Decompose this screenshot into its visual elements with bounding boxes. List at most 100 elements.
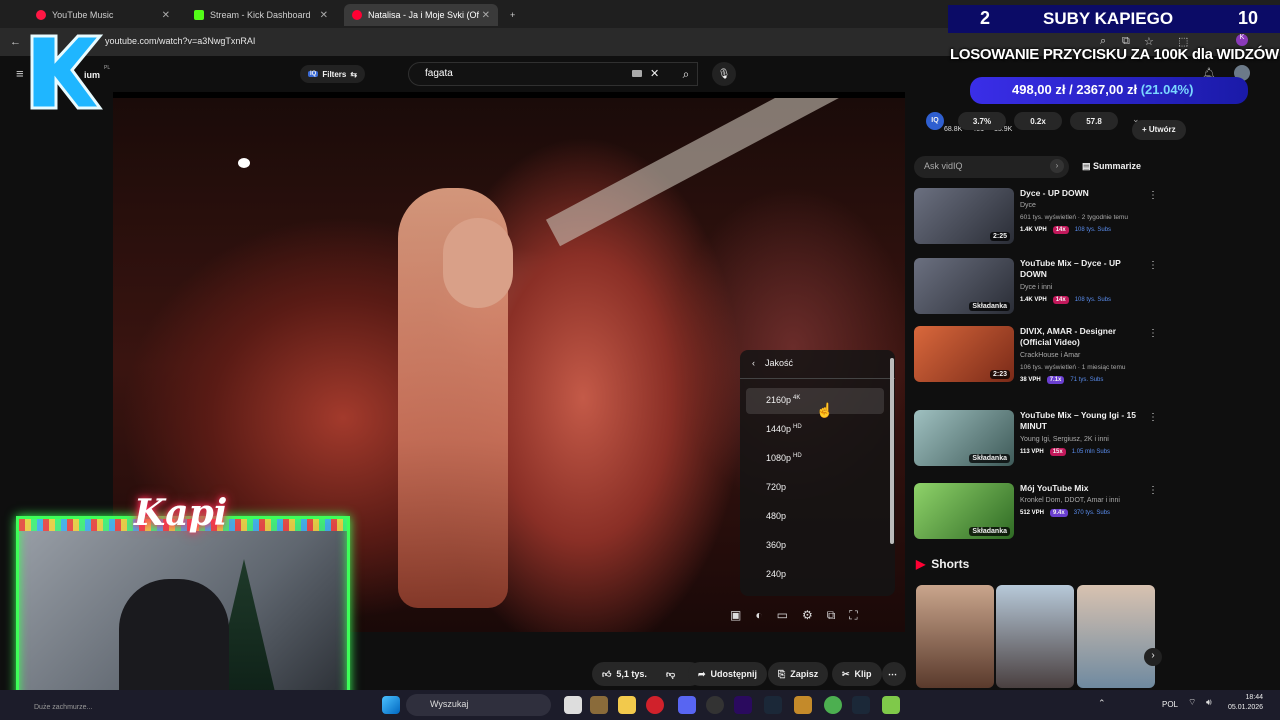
windows-taskbar: Wyszukaj ⌃ ⌔ 🔊︎ [0,690,1280,720]
system-clock[interactable]: 18:44 05.01.2026 [1228,693,1263,713]
voice-search-button[interactable]: 🎙 [712,62,736,86]
quality-option-1080p[interactable]: 1080p HD [746,446,884,472]
quality-option-360p[interactable]: 360p [746,533,884,559]
minecraft-launcher-icon[interactable] [882,696,900,714]
short-thumbnail[interactable] [996,585,1074,688]
quality-option-1440p[interactable]: 1440p HD [746,417,884,443]
thumbs-down-icon[interactable]: 👎︎ [666,669,675,680]
minecraft-icon[interactable] [590,696,608,714]
chevron-down-icon[interactable]: ⌄ [1132,114,1140,125]
vidiq-player-icon[interactable]: ▣ [730,608,741,623]
search-button[interactable]: ⌕ [668,62,704,86]
more-vert-icon[interactable]: ⋮ [1148,260,1158,271]
quality-option-2160p[interactable]: 2160p 4K [746,388,884,414]
sub-counter-overlay: 2 SUBY KAPIEGO 10 [948,5,1280,33]
settings-gear-icon[interactable]: ⚙ [802,608,813,623]
weather-widget[interactable]: Duże zachmurze... [34,704,92,711]
chevron-left-icon: ‹ [752,358,755,368]
rec-channel[interactable]: Kronkel Dom, DDOT, Amar i inni [1020,497,1120,504]
rec-title[interactable]: YouTube Mix – Dyce - UP DOWN [1020,258,1145,280]
short-thumbnail[interactable] [1077,585,1155,688]
video-thumbnail[interactable]: Składanka [914,410,1014,466]
menu-icon[interactable]: ≡ [16,66,24,81]
rec-channel[interactable]: Dyce [1020,202,1036,209]
recommendation-item[interactable]: 2:23 DIVIX, AMAR - Designer (Official Vi… [914,326,1164,386]
ask-vidiq-input[interactable]: Ask vidIQ › [914,156,1069,178]
miniplayer-icon[interactable]: ⧉ [827,608,836,623]
more-actions-button[interactable]: ⋯ [882,662,906,686]
sliders-icon: ⇆ [350,69,358,79]
recommendation-item[interactable]: Składanka Mój YouTube Mix Kronkel Dom, D… [914,483,1164,543]
clear-search-icon[interactable]: ✕ [650,67,659,80]
chevron-right-icon[interactable]: › [1144,648,1162,666]
back-icon[interactable]: ← [10,36,21,48]
rec-title[interactable]: DIVIX, AMAR - Designer (Official Video) [1020,326,1145,348]
quality-menu-header[interactable]: ‹ Jakość [752,358,793,368]
tab-kick-dashboard[interactable]: Stream - Kick Dashboard ✕ [186,4,336,26]
language-indicator[interactable]: POL [1162,700,1178,709]
bookmark-icon: ⎘ [778,668,786,679]
steam-icon[interactable] [852,696,870,714]
network-icon[interactable]: ⌔ [1188,697,1196,708]
new-tab-button[interactable]: + [502,4,523,26]
donation-goal-bar: 498,00 zł / 2367,00 zł (21.04%) [970,77,1248,104]
task-view-icon[interactable] [564,696,582,714]
app-icon[interactable] [794,696,812,714]
chrome-icon[interactable] [824,696,842,714]
taskbar-search[interactable]: Wyszukaj [406,694,551,716]
rec-title[interactable]: Dyce - UP DOWN [1020,188,1145,199]
vidiq-logo-icon[interactable]: IQ [926,112,944,130]
opera-icon[interactable] [646,696,664,714]
autoplay-toggle-icon[interactable]: ◐ [755,608,762,623]
file-explorer-icon[interactable] [618,696,636,714]
rec-title[interactable]: Mój YouTube Mix [1020,483,1145,494]
webcam-overlay [16,516,350,704]
profile-avatar[interactable]: K [1236,34,1248,46]
save-button[interactable]: ⎘ Zapisz [768,662,829,686]
chevron-up-icon[interactable]: ⌃ [1098,698,1106,709]
more-vert-icon[interactable]: ⋮ [1148,485,1158,496]
rec-channel[interactable]: Young Igi, Sergiusz, 2K i inni [1020,436,1109,443]
keyboard-icon[interactable] [632,70,642,77]
filters-button[interactable]: IQ Filters ⇆ [300,65,366,83]
premiere-icon[interactable] [734,696,752,714]
video-thumbnail[interactable]: 2:25 [914,188,1014,244]
quality-option-720p[interactable]: 720p [746,475,884,501]
send-icon[interactable]: › [1050,159,1064,173]
video-thumbnail[interactable]: 2:23 [914,326,1014,382]
rec-channel[interactable]: Dyce i inni [1020,284,1052,291]
discord-icon[interactable] [678,696,696,714]
more-vert-icon[interactable]: ⋮ [1148,190,1158,201]
recommendation-item[interactable]: Składanka YouTube Mix – Young Igi - 15 M… [914,410,1164,470]
video-thumbnail[interactable]: Składanka [914,258,1014,314]
rec-title[interactable]: YouTube Mix – Young Igi - 15 MINUT [1020,410,1145,432]
like-button[interactable]: 👍︎ 5,1 tys. 👎︎ [592,662,702,686]
volume-icon[interactable]: 🔊︎ [1206,697,1212,708]
clip-button[interactable]: ✂ Klip [832,662,882,686]
share-button[interactable]: ➦ Udostępnij [688,662,768,686]
quality-option-240p[interactable]: 240p [746,562,884,588]
summarize-button[interactable]: ▤ Summarize [1082,161,1141,172]
rec-vidiq-stats: 512 VPH 9.4x 370 tys. Subs [1020,509,1111,517]
steam-icon[interactable] [764,696,782,714]
short-thumbnail[interactable] [916,585,994,688]
quality-option-480p[interactable]: 480p [746,504,884,530]
url-field[interactable]: youtube.com/watch?v=a3NwgTxnRAI [105,36,255,46]
recommendation-item[interactable]: 2:25 Dyce - UP DOWN Dyce 601 tys. wyświe… [914,188,1164,248]
recommendation-item[interactable]: Składanka YouTube Mix – Dyce - UP DOWN D… [914,258,1164,318]
more-vert-icon[interactable]: ⋮ [1148,328,1158,339]
tab-youtube-music[interactable]: YouTube Music ✕ [28,4,178,26]
close-icon[interactable]: ✕ [320,10,328,21]
close-icon[interactable]: ✕ [482,10,490,21]
fullscreen-icon[interactable]: ⛶ [849,608,857,623]
quality-menu-scrollbar[interactable] [890,358,894,544]
more-vert-icon[interactable]: ⋮ [1148,412,1158,423]
video-thumbnail[interactable]: Składanka [914,483,1014,539]
rec-channel[interactable]: CrackHouse i Amar [1020,352,1080,359]
windows-start-icon[interactable] [382,696,400,714]
close-icon[interactable]: ✕ [162,10,170,21]
search-icon: ⌕ [682,66,690,81]
tab-natalisa[interactable]: Natalisa - Ja i Moje Svki (Of ✕ [344,4,498,26]
obs-icon[interactable] [706,696,724,714]
subtitles-icon[interactable]: ▭ [777,608,788,623]
